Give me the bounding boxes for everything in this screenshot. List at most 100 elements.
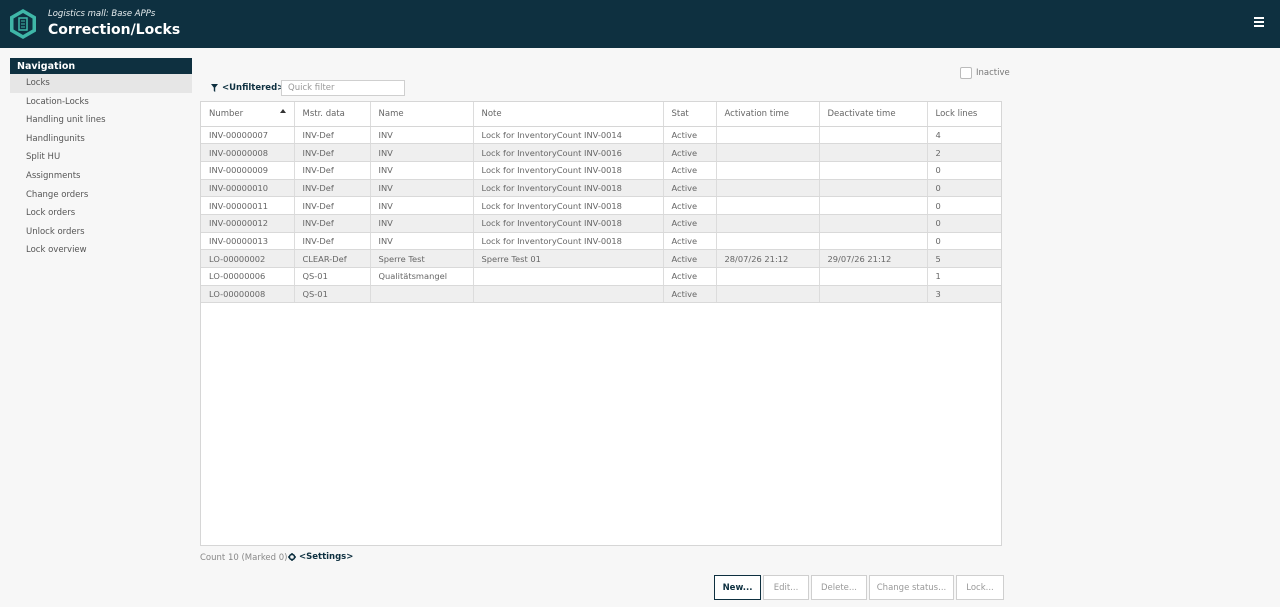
column-header-lock-lines[interactable]: Lock lines <box>927 102 1001 127</box>
cell-stat: Active <box>663 267 717 286</box>
table-header-row: Number Mstr. data Name Note Stat Activat… <box>201 102 1001 127</box>
cell-number: INV-00000010 <box>201 179 295 198</box>
sidebar-item-locks[interactable]: Locks <box>10 74 192 93</box>
table-row[interactable]: INV-00000011 INV-Def INV Lock for Inventory… <box>201 196 1001 215</box>
sidebar-item-lock-orders[interactable]: Lock orders <box>10 204 192 223</box>
cell-activation-time <box>716 196 820 215</box>
cell-deactivate-time <box>819 232 928 251</box>
cell-name: Qualitätsmangel <box>370 267 474 286</box>
cell-deactivate-time <box>819 126 928 145</box>
cell-lock-lines: 0 <box>927 161 1001 180</box>
new-button[interactable]: New... <box>714 575 761 600</box>
table-row[interactable]: INV-00000007 INV-Def INV Lock for Inventory… <box>201 126 1001 145</box>
cell-number: LO-00000008 <box>201 285 295 304</box>
cell-name: INV <box>370 214 474 233</box>
cell-mstr-data: INV-Def <box>294 126 371 145</box>
cell-name: INV <box>370 232 474 251</box>
delete-button[interactable]: Delete... <box>811 575 867 600</box>
sidebar-item-handlingunits[interactable]: Handlingunits <box>10 130 192 149</box>
cell-note <box>473 285 664 304</box>
column-header-mstr-data[interactable]: Mstr. data <box>294 102 371 127</box>
column-header-activation-time[interactable]: Activation time <box>716 102 820 127</box>
sidebar-item-handling-unit-lines[interactable]: Handling unit lines <box>10 111 192 130</box>
cell-note: Lock for InventoryCount INV-0018 <box>473 214 664 233</box>
cell-lock-lines: 0 <box>927 214 1001 233</box>
sidebar-item-unlock-orders[interactable]: Unlock orders <box>10 223 192 242</box>
cell-mstr-data: INV-Def <box>294 196 371 215</box>
cell-stat: Active <box>663 196 717 215</box>
table-row[interactable]: INV-00000013 INV-Def INV Lock for Inventory… <box>201 232 1001 251</box>
change-status-button[interactable]: Change status... <box>869 575 954 600</box>
cell-number: INV-00000009 <box>201 161 295 180</box>
cell-note: Lock for InventoryCount INV-0018 <box>473 179 664 198</box>
edit-button[interactable]: Edit... <box>763 575 809 600</box>
cell-number: INV-00000013 <box>201 232 295 251</box>
inactive-checkbox[interactable] <box>960 67 972 79</box>
cell-lock-lines: 4 <box>927 126 1001 145</box>
app-header: Logistics mall: Base APPs Correction/Loc… <box>0 0 1280 48</box>
cell-activation-time <box>716 214 820 233</box>
cell-lock-lines: 1 <box>927 267 1001 286</box>
cell-note: Lock for InventoryCount INV-0018 <box>473 232 664 251</box>
cell-note: Lock for InventoryCount INV-0018 <box>473 161 664 180</box>
filter-selector[interactable]: <Unfiltered> <box>211 83 284 93</box>
column-header-name[interactable]: Name <box>370 102 474 127</box>
table-row[interactable]: INV-00000008 INV-Def INV Lock for Inventory… <box>201 143 1001 162</box>
inactive-toggle[interactable]: Inactive <box>960 67 1010 79</box>
sidebar-item-lock-overview[interactable]: Lock overview <box>10 241 192 260</box>
cell-stat: Active <box>663 285 717 304</box>
cell-stat: Active <box>663 249 717 268</box>
sidebar-item-location-locks[interactable]: Location-Locks <box>10 93 192 112</box>
cell-name: INV <box>370 126 474 145</box>
cell-note <box>473 267 664 286</box>
cell-lock-lines: 2 <box>927 143 1001 162</box>
column-header-number[interactable]: Number <box>201 102 295 127</box>
cell-note: Lock for InventoryCount INV-0014 <box>473 126 664 145</box>
inactive-label: Inactive <box>976 68 1010 78</box>
cell-number: LO-00000002 <box>201 249 295 268</box>
cell-mstr-data: INV-Def <box>294 161 371 180</box>
cell-lock-lines: 3 <box>927 285 1001 304</box>
sidebar-item-split-hu[interactable]: Split HU <box>10 148 192 167</box>
cell-activation-time <box>716 267 820 286</box>
column-header-stat[interactable]: Stat <box>663 102 717 127</box>
cell-mstr-data: INV-Def <box>294 214 371 233</box>
sidebar-item-assignments[interactable]: Assignments <box>10 167 192 186</box>
page-title: Correction/Locks <box>48 22 181 38</box>
table-row[interactable]: INV-00000012 INV-Def INV Lock for Inventory… <box>201 214 1001 233</box>
column-header-note[interactable]: Note <box>473 102 664 127</box>
cell-stat: Active <box>663 232 717 251</box>
cell-name: INV <box>370 143 474 162</box>
hamburger-menu-icon[interactable] <box>1254 17 1264 29</box>
cell-name: INV <box>370 161 474 180</box>
cell-activation-time <box>716 232 820 251</box>
gear-icon <box>288 553 296 561</box>
sidebar-item-change-orders[interactable]: Change orders <box>10 186 192 205</box>
table-row[interactable]: LO-00000008 QS-01 Active 3 <box>201 285 1001 304</box>
cell-note: Lock for InventoryCount INV-0016 <box>473 143 664 162</box>
cell-number: INV-00000011 <box>201 196 295 215</box>
quick-filter-input[interactable] <box>281 80 405 96</box>
table-row[interactable]: INV-00000009 INV-Def INV Lock for Inventory… <box>201 161 1001 180</box>
filter-label: <Unfiltered> <box>222 83 285 93</box>
cell-name: INV <box>370 179 474 198</box>
cell-number: LO-00000006 <box>201 267 295 286</box>
cell-number: INV-00000012 <box>201 214 295 233</box>
cell-mstr-data: INV-Def <box>294 143 371 162</box>
table-row[interactable]: LO-00000002 CLEAR-Def Sperre Test Sperre Te… <box>201 249 1001 268</box>
filter-icon <box>211 84 218 92</box>
lock-button[interactable]: Lock... <box>956 575 1004 600</box>
cell-name <box>370 285 474 304</box>
table-row[interactable]: INV-00000010 INV-Def INV Lock for Inventory… <box>201 179 1001 198</box>
cell-mstr-data: CLEAR-Def <box>294 249 371 268</box>
cell-mstr-data: QS-01 <box>294 267 371 286</box>
cell-mstr-data: QS-01 <box>294 285 371 304</box>
column-header-deactivate-time[interactable]: Deactivate time <box>819 102 928 127</box>
locks-table: Number Mstr. data Name Note Stat Activat… <box>200 101 1002 546</box>
cell-mstr-data: INV-Def <box>294 232 371 251</box>
table-row[interactable]: LO-00000006 QS-01 Qualitätsmangel Active 1 <box>201 267 1001 286</box>
settings-link[interactable]: <Settings> <box>288 552 353 562</box>
cell-deactivate-time <box>819 179 928 198</box>
cell-activation-time <box>716 143 820 162</box>
cell-activation-time <box>716 179 820 198</box>
